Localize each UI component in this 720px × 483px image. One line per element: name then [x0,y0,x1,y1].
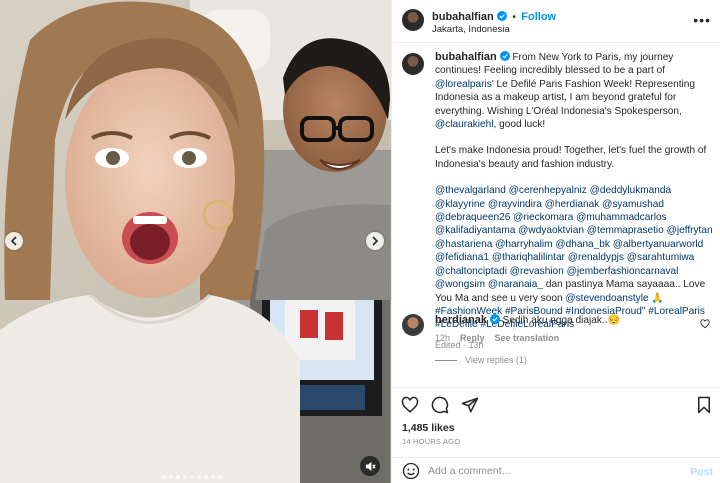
carousel-dot [197,475,201,479]
comment-meta: 12h Reply See translation [435,333,559,343]
see-translation-button[interactable]: See translation [495,333,560,343]
video-frame [0,0,391,483]
caption-paragraph-3: @thevalgarland @cerenhepyalniz @deddyluk… [435,184,717,331]
comment-like-icon[interactable] [700,319,710,329]
chevron-right-icon [372,236,379,246]
post-details: bubahalfian • Follow Jakarta, Indonesia … [391,0,720,483]
carousel-next-button[interactable] [366,232,384,250]
post-dialog: bubahalfian • Follow Jakarta, Indonesia … [0,0,720,483]
more-options-button[interactable]: ••• [693,12,711,28]
mention-link[interactable]: @claurakiehl [435,119,494,130]
commenter-avatar[interactable] [402,314,424,336]
comment-text: Sedih aku ngga diajak.. [499,315,608,326]
post-header: bubahalfian • Follow Jakarta, Indonesia … [392,0,720,43]
add-comment-bar: Post [392,457,720,483]
carousel-dot [190,475,194,479]
carousel-dot [218,475,222,479]
carousel-prev-button[interactable] [5,232,23,250]
bookmark-icon[interactable] [695,396,713,414]
separator-dot: • [512,12,516,23]
chevron-left-icon [10,236,17,246]
carousel-dot [169,475,173,479]
carousel-dot [162,475,166,479]
emoji-icon[interactable] [402,462,420,480]
caption-avatar[interactable] [402,53,424,75]
comment-icon[interactable] [431,396,449,414]
avatar[interactable] [402,9,424,31]
caption-text-3: , good luck! [493,119,546,131]
comment-input[interactable] [428,462,668,480]
verified-icon [497,11,508,21]
follow-button[interactable]: Follow [521,11,556,23]
reply-button[interactable]: Reply [460,333,485,343]
caption-username[interactable]: bubahalfian [435,51,497,63]
carousel-dot [204,475,208,479]
header-title-row: bubahalfian • Follow [432,9,556,23]
sad-emoji: 😔 [607,315,621,326]
mention-link[interactable]: @lorealparis [435,79,492,90]
verified-icon [499,51,510,61]
header-username[interactable]: bubahalfian [432,11,494,23]
replies-divider [435,359,457,361]
carousel-indicator [162,475,222,479]
comment-text-row: herdianak Sedih aku ngga diajak..😔 [435,314,697,327]
caption-paragraph-2: Let's make Indonesia proud! Together, le… [435,145,707,170]
view-replies-label: View replies (1) [465,355,527,365]
mute-button[interactable] [360,456,380,476]
location-link[interactable]: Jakarta, Indonesia [432,24,510,35]
caption-paragraph-1: bubahalfian From New York to Paris, my j… [435,51,717,131]
carousel-dot [211,475,215,479]
post-comment-button[interactable]: Post [690,466,713,478]
carousel-dot-active [176,475,180,479]
mute-icon [365,461,376,471]
post-media[interactable] [0,0,391,483]
action-icons [401,396,479,414]
mention-link[interactable]: @stevendoanstyle [565,293,648,304]
post-timestamp: 14 HOURS AGO [402,437,461,446]
mention-list[interactable]: @thevalgarland @cerenhepyalniz @deddyluk… [435,185,713,290]
action-bar: 1,485 likes 14 HOURS AGO [392,387,720,457]
heart-icon[interactable] [401,396,419,414]
commenter-username[interactable]: herdianak [435,314,487,326]
comment-time: 12h [435,333,451,343]
like-count[interactable]: 1,485 likes [402,422,455,434]
pray-emoji: 🙏 [648,292,664,304]
verified-icon [489,314,500,324]
carousel-dot [183,475,187,479]
share-icon[interactable] [461,396,479,414]
caption-body: bubahalfian From New York to Paris, my j… [435,51,717,352]
view-replies-button[interactable]: View replies (1) [435,355,527,365]
